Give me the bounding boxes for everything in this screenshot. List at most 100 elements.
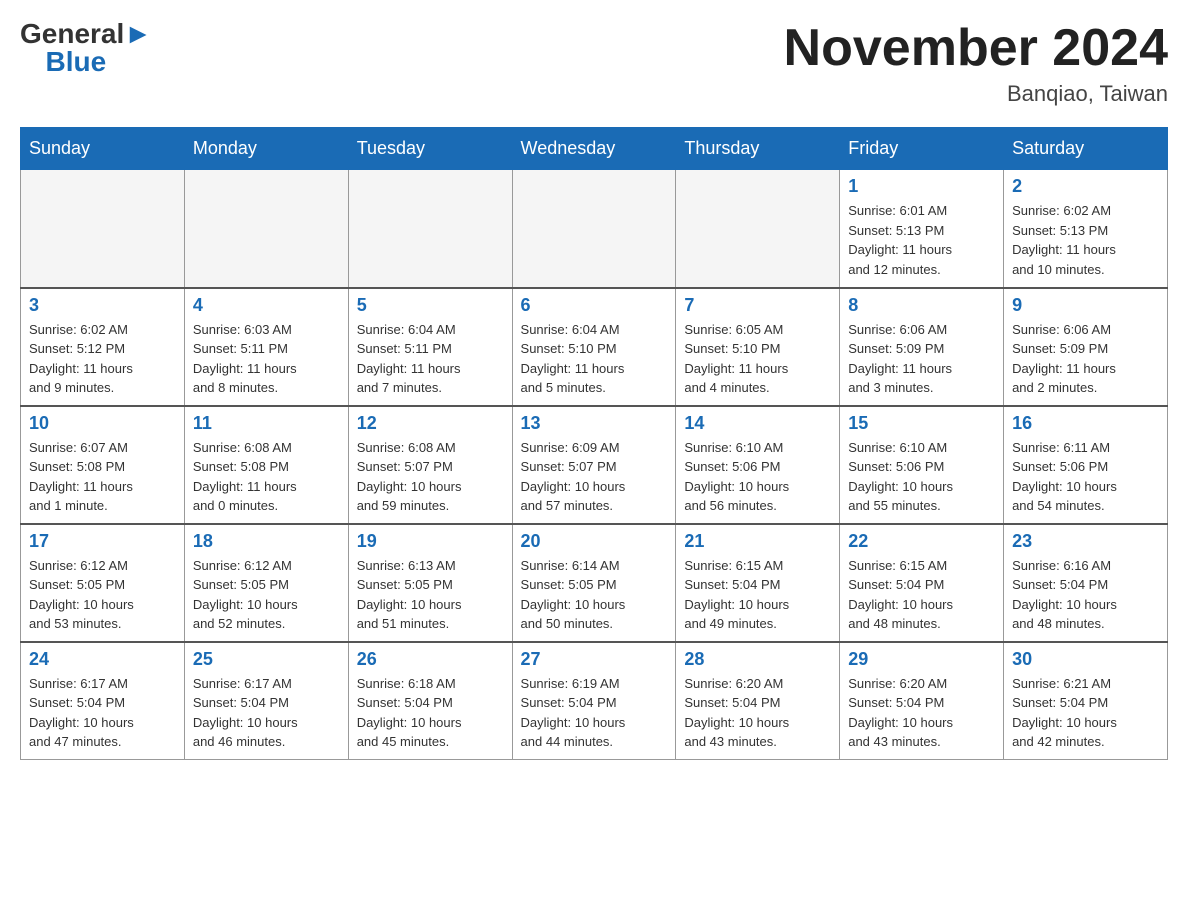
logo-blue-text: Blue <box>20 48 106 76</box>
day-info: Sunrise: 6:08 AMSunset: 5:08 PMDaylight:… <box>193 438 340 516</box>
location: Banqiao, Taiwan <box>784 81 1168 107</box>
calendar-cell: 21 Sunrise: 6:15 AMSunset: 5:04 PMDayligh… <box>676 524 840 642</box>
day-info: Sunrise: 6:01 AMSunset: 5:13 PMDaylight:… <box>848 201 995 279</box>
calendar-cell: 25 Sunrise: 6:17 AMSunset: 5:04 PMDayligh… <box>184 642 348 760</box>
calendar-cell: 12 Sunrise: 6:08 AMSunset: 5:07 PMDayligh… <box>348 406 512 524</box>
day-info: Sunrise: 6:13 AMSunset: 5:05 PMDaylight:… <box>357 556 504 634</box>
calendar-cell: 26Sunrise: 6:18 AMSunset: 5:04 PMDayligh… <box>348 642 512 760</box>
day-number: 17 <box>29 531 176 552</box>
day-info: Sunrise: 6:21 AMSunset: 5:04 PMDaylight:… <box>1012 674 1159 752</box>
day-number: 3 <box>29 295 176 316</box>
logo-general-text: General► <box>20 18 152 49</box>
day-number: 15 <box>848 413 995 434</box>
calendar-cell: 30 Sunrise: 6:21 AMSunset: 5:04 PMDayligh… <box>1004 642 1168 760</box>
day-info: Sunrise: 6:18 AMSunset: 5:04 PMDaylight:… <box>357 674 504 752</box>
week-row-4: 17Sunrise: 6:12 AMSunset: 5:05 PMDayligh… <box>21 524 1168 642</box>
day-info: Sunrise: 6:16 AMSunset: 5:04 PMDaylight:… <box>1012 556 1159 634</box>
calendar-cell: 24 Sunrise: 6:17 AMSunset: 5:04 PMDayligh… <box>21 642 185 760</box>
day-info: Sunrise: 6:14 AMSunset: 5:05 PMDaylight:… <box>521 556 668 634</box>
calendar-cell <box>676 170 840 288</box>
logo: General► Blue <box>20 20 152 76</box>
day-info: Sunrise: 6:17 AMSunset: 5:04 PMDaylight:… <box>193 674 340 752</box>
day-number: 11 <box>193 413 340 434</box>
week-row-1: 1 Sunrise: 6:01 AMSunset: 5:13 PMDaylight… <box>21 170 1168 288</box>
calendar-cell: 27 Sunrise: 6:19 AMSunset: 5:04 PMDayligh… <box>512 642 676 760</box>
col-friday: Friday <box>840 128 1004 170</box>
day-info: Sunrise: 6:19 AMSunset: 5:04 PMDaylight:… <box>521 674 668 752</box>
day-number: 21 <box>684 531 831 552</box>
day-info: Sunrise: 6:04 AMSunset: 5:10 PMDaylight:… <box>521 320 668 398</box>
calendar-cell: 17Sunrise: 6:12 AMSunset: 5:05 PMDayligh… <box>21 524 185 642</box>
day-number: 24 <box>29 649 176 670</box>
calendar-cell: 14Sunrise: 6:10 AMSunset: 5:06 PMDayligh… <box>676 406 840 524</box>
col-thursday: Thursday <box>676 128 840 170</box>
day-number: 29 <box>848 649 995 670</box>
calendar-cell <box>184 170 348 288</box>
day-number: 19 <box>357 531 504 552</box>
day-number: 22 <box>848 531 995 552</box>
page-header: General► Blue November 2024 Banqiao, Tai… <box>20 20 1168 107</box>
day-number: 13 <box>521 413 668 434</box>
calendar-cell: 22 Sunrise: 6:15 AMSunset: 5:04 PMDayligh… <box>840 524 1004 642</box>
day-info: Sunrise: 6:08 AMSunset: 5:07 PMDaylight:… <box>357 438 504 516</box>
day-number: 1 <box>848 176 995 197</box>
week-row-5: 24 Sunrise: 6:17 AMSunset: 5:04 PMDayligh… <box>21 642 1168 760</box>
day-info: Sunrise: 6:11 AMSunset: 5:06 PMDaylight:… <box>1012 438 1159 516</box>
calendar-cell: 6Sunrise: 6:04 AMSunset: 5:10 PMDaylight… <box>512 288 676 406</box>
week-row-2: 3 Sunrise: 6:02 AMSunset: 5:12 PMDaylight… <box>21 288 1168 406</box>
day-info: Sunrise: 6:03 AMSunset: 5:11 PMDaylight:… <box>193 320 340 398</box>
day-info: Sunrise: 6:09 AMSunset: 5:07 PMDaylight:… <box>521 438 668 516</box>
title-block: November 2024 Banqiao, Taiwan <box>784 20 1168 107</box>
calendar-cell: 8 Sunrise: 6:06 AMSunset: 5:09 PMDaylight… <box>840 288 1004 406</box>
day-info: Sunrise: 6:02 AMSunset: 5:12 PMDaylight:… <box>29 320 176 398</box>
day-number: 28 <box>684 649 831 670</box>
logo-arrow-inline: ► <box>124 18 152 49</box>
calendar-cell: 2 Sunrise: 6:02 AMSunset: 5:13 PMDaylight… <box>1004 170 1168 288</box>
day-info: Sunrise: 6:06 AMSunset: 5:09 PMDaylight:… <box>848 320 995 398</box>
day-number: 20 <box>521 531 668 552</box>
calendar-cell: 9 Sunrise: 6:06 AMSunset: 5:09 PMDaylight… <box>1004 288 1168 406</box>
calendar-cell <box>512 170 676 288</box>
day-number: 30 <box>1012 649 1159 670</box>
logo-top-row: General► <box>20 20 152 48</box>
col-monday: Monday <box>184 128 348 170</box>
day-info: Sunrise: 6:06 AMSunset: 5:09 PMDaylight:… <box>1012 320 1159 398</box>
calendar-cell: 28 Sunrise: 6:20 AMSunset: 5:04 PMDayligh… <box>676 642 840 760</box>
col-saturday: Saturday <box>1004 128 1168 170</box>
day-number: 7 <box>684 295 831 316</box>
day-info: Sunrise: 6:02 AMSunset: 5:13 PMDaylight:… <box>1012 201 1159 279</box>
day-info: Sunrise: 6:07 AMSunset: 5:08 PMDaylight:… <box>29 438 176 516</box>
day-number: 9 <box>1012 295 1159 316</box>
day-number: 12 <box>357 413 504 434</box>
day-info: Sunrise: 6:10 AMSunset: 5:06 PMDaylight:… <box>684 438 831 516</box>
day-info: Sunrise: 6:15 AMSunset: 5:04 PMDaylight:… <box>848 556 995 634</box>
day-number: 2 <box>1012 176 1159 197</box>
day-info: Sunrise: 6:15 AMSunset: 5:04 PMDaylight:… <box>684 556 831 634</box>
calendar-cell: 3 Sunrise: 6:02 AMSunset: 5:12 PMDaylight… <box>21 288 185 406</box>
col-wednesday: Wednesday <box>512 128 676 170</box>
day-number: 18 <box>193 531 340 552</box>
day-info: Sunrise: 6:17 AMSunset: 5:04 PMDaylight:… <box>29 674 176 752</box>
day-number: 5 <box>357 295 504 316</box>
calendar-table: Sunday Monday Tuesday Wednesday Thursday… <box>20 127 1168 760</box>
day-number: 27 <box>521 649 668 670</box>
calendar-cell: 16 Sunrise: 6:11 AMSunset: 5:06 PMDayligh… <box>1004 406 1168 524</box>
week-row-3: 10 Sunrise: 6:07 AMSunset: 5:08 PMDayligh… <box>21 406 1168 524</box>
day-info: Sunrise: 6:10 AMSunset: 5:06 PMDaylight:… <box>848 438 995 516</box>
calendar-cell <box>348 170 512 288</box>
calendar-cell: 20 Sunrise: 6:14 AMSunset: 5:05 PMDayligh… <box>512 524 676 642</box>
calendar-cell: 15 Sunrise: 6:10 AMSunset: 5:06 PMDayligh… <box>840 406 1004 524</box>
month-title: November 2024 <box>784 20 1168 77</box>
day-number: 8 <box>848 295 995 316</box>
col-tuesday: Tuesday <box>348 128 512 170</box>
day-info: Sunrise: 6:20 AMSunset: 5:04 PMDaylight:… <box>684 674 831 752</box>
day-info: Sunrise: 6:20 AMSunset: 5:04 PMDaylight:… <box>848 674 995 752</box>
calendar-cell: 1 Sunrise: 6:01 AMSunset: 5:13 PMDaylight… <box>840 170 1004 288</box>
day-number: 10 <box>29 413 176 434</box>
calendar-cell: 18Sunrise: 6:12 AMSunset: 5:05 PMDayligh… <box>184 524 348 642</box>
day-number: 25 <box>193 649 340 670</box>
day-number: 16 <box>1012 413 1159 434</box>
calendar-cell: 23Sunrise: 6:16 AMSunset: 5:04 PMDayligh… <box>1004 524 1168 642</box>
calendar-cell: 29 Sunrise: 6:20 AMSunset: 5:04 PMDayligh… <box>840 642 1004 760</box>
day-number: 4 <box>193 295 340 316</box>
